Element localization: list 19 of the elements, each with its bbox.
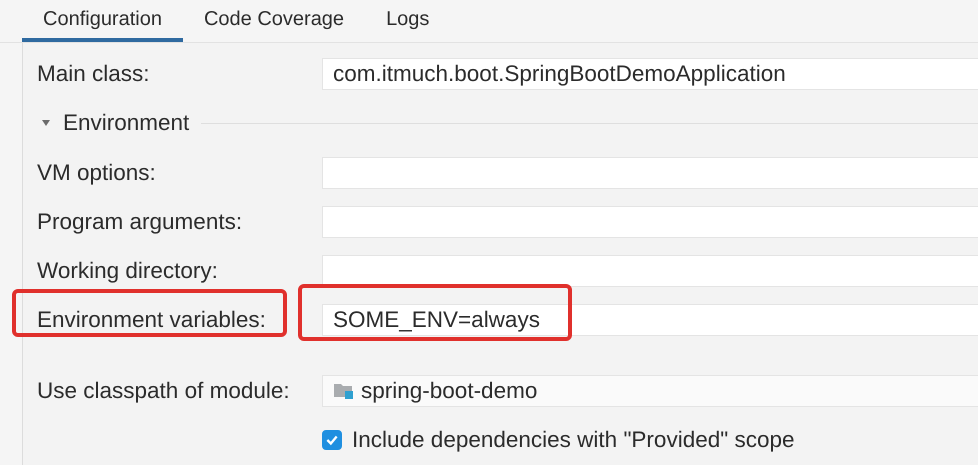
- input-field[interactable]: [322, 156, 978, 188]
- tab[interactable]: Logs: [365, 0, 450, 42]
- field-label: Working directory:: [37, 258, 219, 284]
- field-label: Environment variables:: [37, 306, 267, 332]
- input-field[interactable]: [322, 206, 978, 238]
- field-label: VM options:: [37, 160, 157, 186]
- field-label: Use classpath of module:: [37, 378, 291, 404]
- field-label: Main class:: [37, 60, 151, 86]
- folder-icon: [333, 382, 355, 400]
- module-dropdown[interactable]: spring-boot-demo: [322, 374, 978, 406]
- input-field[interactable]: SOME_ENV=always: [322, 304, 978, 336]
- checkbox[interactable]: [322, 430, 342, 450]
- input-field[interactable]: com.itmuch.boot.SpringBootDemoApplication: [322, 58, 978, 90]
- field-label: Program arguments:: [37, 208, 244, 234]
- tab[interactable]: Code Coverage: [182, 0, 366, 42]
- checkbox-option[interactable]: Include dependencies with "Provided" scope: [322, 426, 978, 452]
- input-field[interactable]: [322, 254, 978, 286]
- section-title: Environment: [63, 110, 190, 136]
- expanded-triangle-icon[interactable]: [41, 118, 51, 128]
